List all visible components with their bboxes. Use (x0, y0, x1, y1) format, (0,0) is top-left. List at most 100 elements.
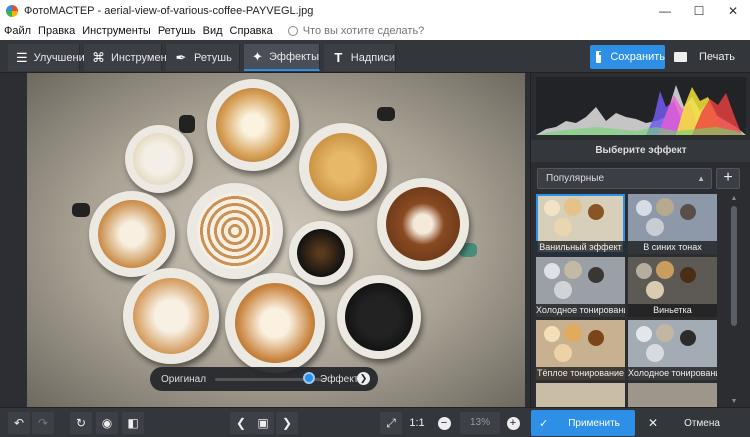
search-icon (287, 25, 298, 36)
window-title: ФотоМАСТЕР - aerial-view-of-various-coff… (24, 4, 314, 17)
minus-icon: − (437, 416, 451, 430)
effect-label: Эффект (320, 373, 359, 385)
tab-captions[interactable]: T Надписи (324, 44, 396, 71)
undo-button[interactable]: ↶ (8, 412, 30, 434)
histogram (536, 77, 746, 135)
tab-label: Улучшения (33, 51, 91, 64)
checkmark-icon: ✓ (539, 417, 549, 430)
magic-wand-icon: ✦ (252, 48, 263, 64)
next-photo-button[interactable]: ❯ (276, 412, 298, 434)
maximize-icon[interactable]: ☐ (682, 0, 716, 21)
category-select[interactable]: Популярные ▲▼ (537, 168, 712, 202)
crop-icon: ⌘ (92, 49, 105, 65)
panel-heading: Выберите эффект (531, 140, 750, 162)
fit-screen-icon: ⤢ (386, 415, 396, 430)
scroll-down-icon[interactable]: ▼ (729, 397, 739, 407)
effect-label: В синих тонах (628, 241, 717, 254)
reset-button[interactable]: ↻ (70, 412, 92, 434)
effect-label: Ванильный эффект (536, 241, 625, 254)
menu-view[interactable]: Вид (203, 25, 223, 37)
effect-thumb[interactable] (628, 383, 717, 407)
print-label: Печать (699, 51, 736, 63)
menu-edit[interactable]: Правка (38, 25, 75, 37)
histogram-graph (536, 85, 746, 135)
search-input[interactable] (302, 24, 453, 37)
apply-label: Применить (568, 417, 620, 429)
folder-icon: ▣ (257, 416, 269, 430)
before-after-slider[interactable]: Оригинал Эффект ❯ (150, 367, 378, 391)
effect-label: Холодное тонирование (536, 304, 625, 317)
app-logo-icon (6, 4, 18, 17)
scrollbar-thumb[interactable] (731, 206, 737, 326)
effect-thumb[interactable]: Виньетка (628, 257, 717, 317)
effect-label: Тёплое тонирование (536, 367, 625, 380)
apply-button[interactable]: ✓ Применить (531, 410, 635, 436)
sliders-icon: ☰ (16, 49, 28, 65)
tab-tools[interactable]: ⌘ Инструменты (84, 44, 180, 71)
actual-size-label: 1:1 (409, 417, 425, 429)
preview-button[interactable]: ◉ (96, 412, 118, 434)
photo-preview[interactable] (27, 73, 525, 407)
previous-photo-button[interactable]: ❮ (230, 412, 252, 434)
effect-label: Холодное тонирование (628, 367, 717, 380)
canvas-area[interactable]: Оригинал Эффект ❯ (0, 73, 530, 407)
menu-tools[interactable]: Инструменты (82, 25, 151, 37)
fit-screen-button[interactable]: ⤢ (380, 412, 402, 434)
print-button[interactable]: Печать (670, 45, 745, 69)
chevron-right-icon[interactable]: ❯ (357, 372, 370, 385)
save-label: Сохранить (610, 51, 665, 63)
tab-enhancements[interactable]: ☰ Улучшения (8, 44, 91, 71)
close-icon[interactable]: ✕ (716, 0, 750, 21)
minimize-icon[interactable]: — (648, 0, 682, 21)
eye-icon: ◉ (101, 416, 113, 430)
effect-thumb[interactable]: Холодное тонирование (628, 320, 717, 380)
open-folder-button[interactable]: ▣ (252, 412, 274, 434)
original-label: Оригинал (161, 373, 207, 385)
effect-thumb[interactable]: В синих тонах (628, 194, 717, 254)
printer-icon (674, 52, 687, 62)
effect-thumb[interactable]: Холодное тонирование (536, 257, 625, 317)
menu-search (287, 24, 453, 37)
actual-size-button[interactable]: 1:1 (406, 412, 428, 434)
effect-label: Виньетка (628, 304, 717, 317)
add-effect-button[interactable]: + (716, 168, 740, 189)
compare-button[interactable]: ◧ (122, 412, 144, 434)
effect-thumb[interactable]: Тёплое тонирование (536, 320, 625, 380)
tab-label: Ретушь (194, 51, 232, 64)
cancel-button[interactable]: ✕ Отмена (640, 410, 748, 436)
compare-icon: ◧ (127, 416, 139, 430)
plus-icon: + (506, 416, 520, 430)
window-controls: — ☐ ✕ (648, 0, 750, 21)
save-button[interactable]: Сохранить (590, 45, 665, 69)
main-toolbar: ☰ Улучшения ⌘ Инструменты ✒ Ретушь ✦ Эфф… (0, 40, 750, 73)
redo-button[interactable]: ↷ (32, 412, 54, 434)
close-icon: ✕ (648, 416, 659, 430)
menu-bar: Файл Правка Инструменты Ретушь Вид Справ… (0, 21, 750, 40)
text-icon: T (334, 49, 343, 65)
tab-effects[interactable]: ✦ Эффекты (244, 44, 320, 71)
reset-icon: ↻ (75, 416, 87, 430)
effects-scrollbar[interactable]: ▲ ▼ (729, 194, 739, 407)
slider-knob[interactable] (302, 372, 315, 384)
menu-retouch[interactable]: Ретушь (158, 25, 196, 37)
tab-retouch[interactable]: ✒ Ретушь (166, 44, 240, 71)
scroll-up-icon[interactable]: ▲ (729, 194, 739, 204)
chevron-right-icon: ❯ (281, 416, 293, 430)
save-icon (596, 51, 606, 63)
menu-help[interactable]: Справка (230, 25, 273, 37)
zoom-out-button[interactable]: − (434, 412, 454, 434)
cancel-label: Отмена (684, 417, 720, 429)
effect-thumb[interactable]: Ванильный эффект (536, 194, 625, 254)
effects-grid: Ванильный эффект В синих тонах Холодное … (536, 194, 722, 407)
zoom-value[interactable]: 13% (460, 412, 500, 434)
zoom-in-button[interactable]: + (503, 412, 523, 434)
undo-icon: ↶ (13, 416, 25, 430)
effect-thumb[interactable] (536, 383, 625, 407)
chevron-left-icon: ❮ (235, 416, 247, 430)
title-bar: ФотоМАСТЕР - aerial-view-of-various-coff… (0, 0, 750, 21)
bottom-bar: ↶ ↷ ↻ ◉ ◧ ❮ ▣ ❯ ⤢ 1:1 − 13% + ✓ Применит… (0, 407, 750, 437)
tab-label: Надписи (350, 51, 395, 64)
redo-icon: ↷ (37, 416, 49, 430)
menu-file[interactable]: Файл (4, 25, 31, 37)
effects-panel: Выберите эффект Популярные ▲▼ + Ванильны… (530, 73, 750, 407)
